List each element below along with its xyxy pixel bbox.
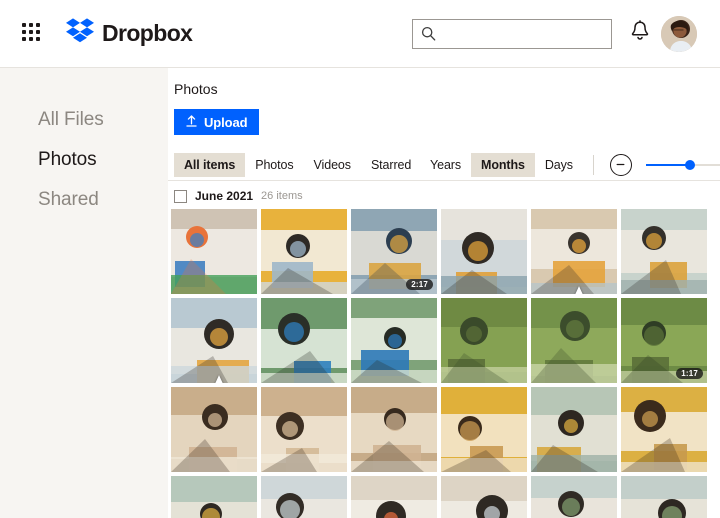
tab-label: Photos bbox=[255, 157, 294, 172]
brand-name: Dropbox bbox=[102, 20, 193, 46]
photo-tile[interactable] bbox=[261, 298, 347, 383]
top-header-bar: Dropbox bbox=[0, 0, 720, 68]
upload-arrow-icon bbox=[186, 114, 197, 130]
photo-tile[interactable]: 1:17 bbox=[621, 298, 707, 383]
sidebar-item-shared[interactable]: Shared bbox=[0, 180, 168, 220]
range-months[interactable]: Months bbox=[471, 152, 535, 177]
photo-tile[interactable] bbox=[441, 298, 527, 383]
photo-tile[interactable] bbox=[621, 209, 707, 294]
photos-main-panel: Photos Upload All items Photos Videos St… bbox=[168, 68, 720, 518]
photo-tile[interactable] bbox=[441, 476, 527, 518]
section-header-june-2021: June 2021 26 items bbox=[168, 181, 720, 209]
photo-tile[interactable] bbox=[171, 476, 257, 518]
photo-tile[interactable] bbox=[531, 298, 617, 383]
photo-tile[interactable] bbox=[621, 387, 707, 472]
photo-tile[interactable] bbox=[171, 387, 257, 472]
photo-tile[interactable] bbox=[171, 298, 257, 383]
view-range-controls: Years Months Days bbox=[420, 150, 720, 180]
video-duration-badge: 1:17 bbox=[676, 368, 703, 379]
app-body: All Files Photos Shared Photos Upload Al… bbox=[0, 68, 720, 518]
filter-toolbar: All items Photos Videos Starred Years Mo… bbox=[168, 149, 720, 181]
page-title: Photos bbox=[174, 81, 218, 97]
photo-tile[interactable] bbox=[351, 298, 437, 383]
tab-starred[interactable]: Starred bbox=[361, 153, 421, 177]
photo-tile[interactable] bbox=[261, 476, 347, 518]
range-label: Days bbox=[544, 157, 573, 172]
toolbar-divider bbox=[592, 154, 594, 175]
upload-button[interactable]: Upload bbox=[174, 109, 260, 135]
sidebar-item-photos[interactable]: Photos bbox=[0, 140, 168, 180]
starred-icon bbox=[536, 279, 583, 294]
starred-icon bbox=[176, 368, 223, 383]
dropbox-brand-logo[interactable]: Dropbox bbox=[66, 17, 193, 50]
tab-label: All items bbox=[184, 157, 236, 172]
tab-all-items[interactable]: All items bbox=[174, 152, 246, 177]
photo-tile[interactable] bbox=[531, 387, 617, 472]
photo-tile[interactable] bbox=[531, 476, 617, 518]
photo-tile[interactable]: 2:17 bbox=[351, 209, 437, 294]
range-days[interactable]: Days bbox=[535, 153, 583, 177]
bell-icon[interactable] bbox=[630, 20, 650, 47]
photo-tile[interactable] bbox=[261, 209, 347, 294]
tab-photos[interactable]: Photos bbox=[245, 153, 303, 177]
grid-apps-icon[interactable] bbox=[22, 22, 44, 45]
zoom-out-button[interactable] bbox=[604, 150, 638, 180]
dropbox-logo-icon bbox=[66, 17, 94, 50]
range-label: Months bbox=[481, 157, 525, 172]
tab-label: Starred bbox=[370, 157, 412, 172]
user-avatar[interactable] bbox=[661, 16, 697, 52]
sidebar-item-label: Shared bbox=[38, 189, 99, 210]
photo-tile[interactable] bbox=[441, 209, 527, 294]
sidebar-nav: All Files Photos Shared bbox=[0, 68, 168, 518]
sidebar-item-label: Photos bbox=[38, 149, 97, 170]
upload-button-label: Upload bbox=[204, 114, 248, 130]
minus-circle-icon bbox=[609, 153, 632, 176]
tab-videos[interactable]: Videos bbox=[304, 153, 361, 177]
sidebar-item-label: All Files bbox=[38, 109, 104, 130]
thumbnail-size-slider[interactable] bbox=[645, 159, 720, 170]
photo-tile[interactable] bbox=[351, 476, 437, 518]
section-date-label: June 2021 bbox=[195, 189, 254, 203]
slider-fill bbox=[645, 163, 690, 166]
photo-tile[interactable] bbox=[531, 209, 617, 294]
photo-tile[interactable] bbox=[351, 387, 437, 472]
section-item-count: 26 items bbox=[261, 190, 303, 202]
search-field-container[interactable] bbox=[412, 19, 612, 49]
tab-label: Videos bbox=[313, 157, 352, 172]
section-select-checkbox[interactable] bbox=[174, 189, 187, 203]
range-label: Years bbox=[430, 157, 462, 172]
range-years[interactable]: Years bbox=[420, 153, 471, 177]
photo-grid: 2:17 1:17 bbox=[168, 209, 720, 518]
photo-tile[interactable] bbox=[621, 476, 707, 518]
photo-tile[interactable] bbox=[261, 387, 347, 472]
slider-handle[interactable] bbox=[684, 159, 695, 170]
photo-tile[interactable] bbox=[441, 387, 527, 472]
photo-tile[interactable] bbox=[171, 209, 257, 294]
video-duration-badge: 2:17 bbox=[406, 279, 433, 290]
search-input[interactable] bbox=[443, 26, 611, 42]
sidebar-item-all-files[interactable]: All Files bbox=[0, 100, 168, 140]
